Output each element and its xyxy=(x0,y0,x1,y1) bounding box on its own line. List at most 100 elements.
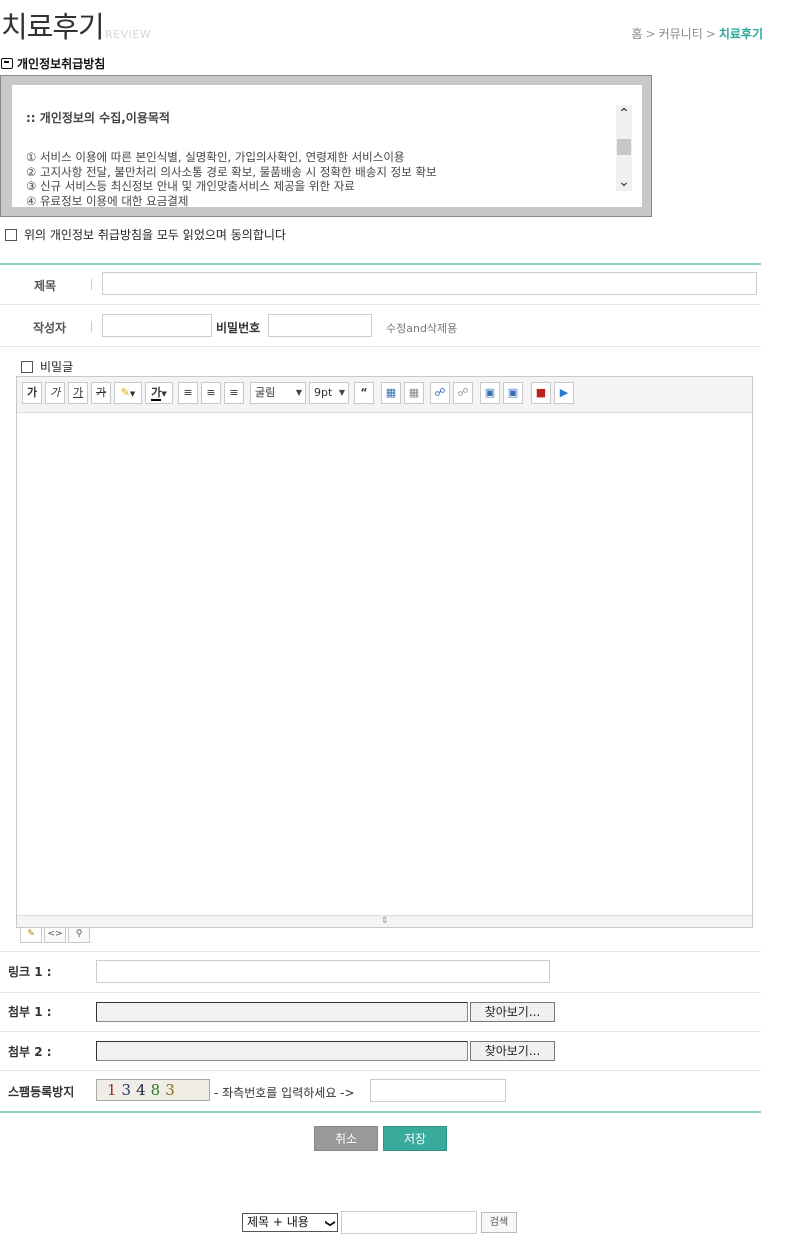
captcha-input[interactable] xyxy=(370,1079,506,1102)
form-top-divider xyxy=(0,263,761,265)
resize-grip-icon: ⇕ xyxy=(380,916,389,926)
file1-browse-button[interactable]: 찾아보기... xyxy=(470,1002,555,1022)
chevron-down-icon: ❯ xyxy=(324,1219,336,1228)
align-right-button[interactable]: ≡ xyxy=(224,382,244,404)
privacy-agree[interactable]: 위의 개인정보 취급방침을 모두 읽었으며 동의합니다 xyxy=(5,226,286,243)
italic-button[interactable]: 가 xyxy=(45,382,65,404)
search-button[interactable]: 검색 xyxy=(481,1212,517,1233)
captcha-digit: 3 xyxy=(165,1081,180,1099)
agree-label: 위의 개인정보 취급방침을 모두 읽었으며 동의합니다 xyxy=(24,228,286,242)
privacy-text-area: :: 개인정보의 수집,이용목적 ① 서비스 이용에 따른 본인식별, 실명확인… xyxy=(12,85,642,207)
file1-label: 첨부 1 : xyxy=(8,1005,52,1019)
font-family-select[interactable]: 굴림 ▼ xyxy=(250,382,306,404)
align-right-icon: ≡ xyxy=(229,386,239,399)
align-center-icon: ≡ xyxy=(206,386,216,399)
privacy-item: ① 서비스 이용에 따른 본인식별, 실명확인, 가입의사확인, 연령제한 서비… xyxy=(26,150,405,164)
row-divider xyxy=(0,992,761,993)
scroll-thumb[interactable] xyxy=(617,139,631,155)
more-tools-button[interactable]: ▶ xyxy=(554,382,574,404)
secret-post[interactable]: 비밀글 xyxy=(21,358,73,375)
label-divider xyxy=(91,279,92,290)
captcha-image: 13483 xyxy=(96,1079,210,1101)
editor-content-area[interactable] xyxy=(17,414,752,916)
editor-toolbar: 가 가 가 가 ✎▼ 가▼ ≡ ≡ ≡ 굴림 ▼ 9pt ▼ “ ▦ ▦ ☍ ☍ ▣… xyxy=(17,377,752,413)
align-center-button[interactable]: ≡ xyxy=(201,382,221,404)
privacy-heading: 개인정보취급방침 xyxy=(1,55,105,72)
breadcrumb-community[interactable]: 커뮤니티 xyxy=(659,27,703,41)
magnifier-icon: ⚲ xyxy=(75,929,83,939)
page-title: 치료후기 xyxy=(1,10,105,44)
file1-input[interactable] xyxy=(96,1002,468,1022)
password-input[interactable] xyxy=(268,314,372,337)
special-char-button[interactable]: ■ xyxy=(531,382,551,404)
table-edit-icon: ▦ xyxy=(408,386,420,399)
highlighter-icon: ✎ xyxy=(120,386,130,399)
secret-label: 비밀글 xyxy=(40,360,74,374)
secret-checkbox[interactable] xyxy=(21,360,33,373)
row-divider xyxy=(0,951,761,952)
table-button[interactable]: ▦ xyxy=(381,382,401,404)
row-divider xyxy=(0,304,761,305)
align-left-icon: ≡ xyxy=(183,386,193,399)
file2-input[interactable] xyxy=(96,1041,468,1061)
captcha-digit: 4 xyxy=(136,1081,151,1099)
pencil-icon: ✎ xyxy=(27,929,35,939)
unlink-icon: ☍ xyxy=(457,386,469,399)
unlink-button[interactable]: ☍ xyxy=(453,382,473,404)
link-button[interactable]: ☍ xyxy=(430,382,450,404)
privacy-items: ① 서비스 이용에 따른 본인식별, 실명확인, 가입의사확인, 연령제한 서비… xyxy=(26,150,437,207)
bold-button[interactable]: 가 xyxy=(22,382,42,404)
dropdown-arrow-icon: ▼ xyxy=(295,388,302,397)
editor-mode-tabs: ✎ <> ⚲ xyxy=(20,928,90,943)
spam-label: 스팸등록방지 xyxy=(8,1085,75,1099)
link1-input[interactable] xyxy=(96,960,550,983)
author-input[interactable] xyxy=(102,314,212,337)
search-field-select[interactable]: 제목 + 내용 ❯ xyxy=(242,1213,338,1232)
privacy-item: ② 고지사항 전달, 불만처리 의사소통 경로 확보, 물품배송 시 정확한 배… xyxy=(26,164,437,179)
search-input[interactable] xyxy=(341,1211,477,1234)
font-size-select[interactable]: 9pt ▼ xyxy=(309,382,349,404)
editor-mode-html[interactable]: <> xyxy=(44,928,66,943)
quote-button[interactable]: “ xyxy=(354,382,374,404)
underline-button[interactable]: 가 xyxy=(68,382,88,404)
page-subtitle: REVIEW xyxy=(105,28,152,41)
font-color-button[interactable]: 가▼ xyxy=(145,382,173,404)
breadcrumb-sep: > xyxy=(645,27,656,41)
breadcrumb-current[interactable]: 치료후기 xyxy=(719,27,763,41)
file2-browse-button[interactable]: 찾아보기... xyxy=(470,1041,555,1061)
captcha-digit: 8 xyxy=(150,1081,166,1099)
scroll-up-icon[interactable]: ⌃ xyxy=(616,105,632,123)
privacy-scrollbar[interactable]: ⌃ ⌄ xyxy=(616,105,632,191)
media-button[interactable]: ▣ xyxy=(503,382,523,404)
strikethrough-button[interactable]: 가 xyxy=(91,382,111,404)
agree-checkbox[interactable] xyxy=(5,228,17,241)
scroll-down-icon[interactable]: ⌄ xyxy=(616,173,632,191)
row-divider xyxy=(0,1070,761,1071)
save-button[interactable]: 저장 xyxy=(383,1126,447,1151)
font-size-value: 9pt xyxy=(314,386,333,399)
link-icon: ☍ xyxy=(434,386,446,399)
captcha-hint: - 좌측번호를 입력하세요 -> xyxy=(214,1086,355,1100)
password-label: 비밀번호 xyxy=(216,321,261,335)
editor-mode-wysiwyg[interactable]: ✎ xyxy=(20,928,42,943)
align-left-button[interactable]: ≡ xyxy=(178,382,198,404)
font-color-icon: 가 xyxy=(151,386,162,401)
table-edit-button[interactable]: ▦ xyxy=(404,382,424,404)
password-hint: 수정and삭제용 xyxy=(386,322,458,335)
highlight-color-button[interactable]: ✎▼ xyxy=(114,382,142,404)
breadcrumb-sep: > xyxy=(705,27,716,41)
image-icon: ▣ xyxy=(484,386,496,399)
editor-resize-handle[interactable]: ⇕ xyxy=(17,915,752,927)
cancel-button[interactable]: 취소 xyxy=(314,1126,378,1151)
media-icon: ▣ xyxy=(507,386,519,399)
font-family-value: 굴림 xyxy=(255,386,276,399)
pointing-hand-icon xyxy=(1,58,13,69)
editor-mode-preview[interactable]: ⚲ xyxy=(68,928,90,943)
dropdown-arrow-icon: ▼ xyxy=(338,388,345,397)
subject-input[interactable] xyxy=(102,272,757,295)
privacy-item: ③ 신규 서비스등 최신정보 안내 및 개인맞춤서비스 제공을 위한 자료 xyxy=(26,179,355,193)
breadcrumb-home[interactable]: 홈 xyxy=(631,27,642,41)
search-field-value: 제목 + 내용 xyxy=(247,1215,309,1229)
table-icon: ▦ xyxy=(385,386,397,399)
image-button[interactable]: ▣ xyxy=(480,382,500,404)
